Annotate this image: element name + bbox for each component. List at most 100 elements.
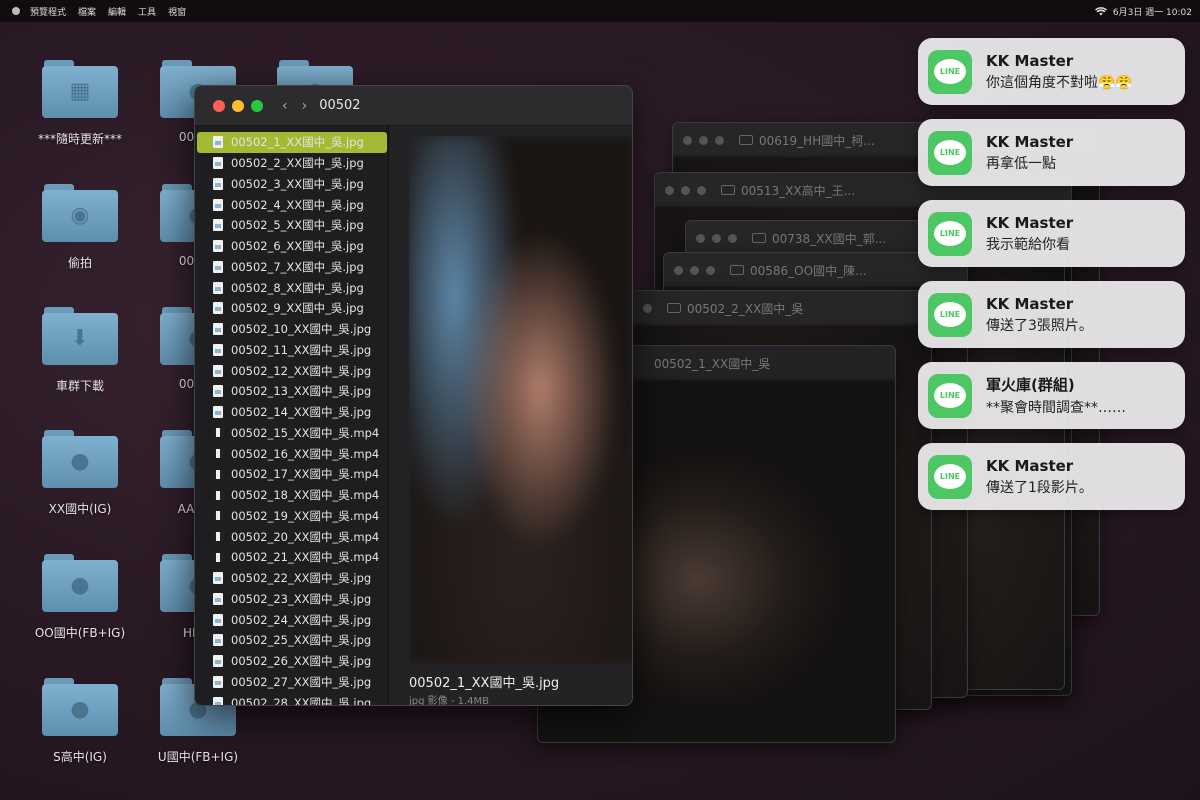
desktop-folder[interactable]: ◉ 偷拍 (25, 182, 135, 271)
line-notification[interactable]: LINE 軍火庫(群組) **聚會時間調查**…… (918, 362, 1185, 429)
file-name: 00502_13_XX國中_吳.jpg (231, 384, 372, 399)
file-name: 00502_26_XX國中_吳.jpg (231, 654, 372, 669)
file-list-item[interactable]: 00502_13_XX國中_吳.jpg (195, 381, 388, 402)
file-list-item[interactable]: 00502_24_XX國中_吳.jpg (195, 609, 388, 630)
line-app-icon: LINE (928, 130, 972, 175)
file-name: 00502_16_XX國中_吳.mp4 (231, 446, 380, 461)
file-list-item[interactable]: 00502_23_XX國中_吳.jpg (195, 589, 388, 610)
apple-menu-icon[interactable] (12, 7, 20, 15)
file-list[interactable]: 00502_1_XX國中_吳.jpg 00502_2_XX國中_吳.jpg 0050… (195, 126, 389, 705)
line-notification[interactable]: LINE KK Master 傳送了1段影片。 (918, 443, 1185, 510)
zoom-button[interactable] (251, 99, 263, 112)
notification-sender: 軍火庫(群組) (986, 376, 1075, 394)
menu-bar: 預覽程式 檔案 編輯 工具 視窗 6月3日 週一 10:02 (0, 0, 1200, 22)
image-file-icon (213, 260, 223, 273)
file-list-item[interactable]: 00502_2_XX國中_吳.jpg (195, 153, 388, 174)
file-list-item[interactable]: 00502_5_XX國中_吳.jpg (195, 215, 388, 236)
file-list-item[interactable]: 00502_7_XX國中_吳.jpg (195, 257, 388, 278)
image-preview[interactable] (409, 136, 632, 664)
file-name: 00502_25_XX國中_吳.jpg (231, 633, 372, 648)
image-file-icon (213, 655, 223, 668)
file-list-item[interactable]: 00502_27_XX國中_吳.jpg (195, 672, 388, 693)
file-list-item[interactable]: 00502_20_XX國中_吳.mp4 (195, 526, 388, 547)
folder-label: OO國中(FB+IG) (34, 626, 126, 640)
wifi-icon[interactable] (1094, 6, 1107, 16)
menu-app-name[interactable]: 預覽程式 (30, 5, 66, 18)
folder-icon: ▦ (42, 58, 118, 118)
desktop-folder[interactable]: ● S高中(IG) (25, 676, 135, 765)
background-window-title: 00513_XX高中_王... (741, 183, 856, 198)
file-list-item[interactable]: 00502_19_XX國中_吳.mp4 (195, 506, 388, 527)
image-file-icon (213, 364, 223, 377)
image-file-icon (213, 592, 223, 605)
notification-message: **聚會時間調查**…… (986, 400, 1126, 416)
file-list-item[interactable]: 00502_22_XX國中_吳.jpg (195, 568, 388, 589)
file-name: 00502_2_XX國中_吳.jpg (231, 156, 364, 171)
file-list-item[interactable]: 00502_9_XX國中_吳.jpg (195, 298, 388, 319)
menu-item-file[interactable]: 檔案 (78, 5, 96, 18)
file-list-item[interactable]: 00502_1_XX國中_吳.jpg (197, 132, 387, 153)
image-file-icon (213, 675, 223, 688)
file-list-item[interactable]: 00502_6_XX國中_吳.jpg (195, 236, 388, 257)
file-name: 00502_22_XX國中_吳.jpg (231, 571, 372, 586)
line-notification[interactable]: LINE KK Master 再拿低一點 (918, 119, 1185, 186)
title-bar[interactable]: ‹ › 00502 (195, 86, 632, 126)
line-app-icon: LINE (928, 49, 972, 94)
file-name: 00502_20_XX國中_吳.mp4 (231, 529, 380, 544)
file-list-item[interactable]: 00502_3_XX國中_吳.jpg (195, 174, 388, 195)
file-list-item[interactable]: 00502_10_XX國中_吳.jpg (195, 319, 388, 340)
file-list-item[interactable]: 00502_28_XX國中_吳.jpg (195, 692, 388, 705)
image-file-icon (213, 613, 223, 626)
file-name: 00502_14_XX國中_吳.jpg (231, 405, 372, 420)
desktop-folder[interactable]: ▦ ***隨時更新*** (25, 58, 135, 147)
back-icon[interactable]: ‹ (282, 98, 288, 114)
menu-item-window[interactable]: 視窗 (168, 5, 186, 18)
background-window-title: 00738_XX國中_郭... (772, 231, 887, 246)
desktop-folder[interactable]: ● XX國中(IG) (25, 428, 135, 517)
menu-clock[interactable]: 6月3日 週一 10:02 (1113, 5, 1192, 18)
file-list-item[interactable]: 00502_12_XX國中_吳.jpg (195, 360, 388, 381)
file-name: 00502_18_XX國中_吳.mp4 (231, 488, 380, 503)
file-list-item[interactable]: 00502_25_XX國中_吳.jpg (195, 630, 388, 651)
minimize-button[interactable] (232, 99, 244, 112)
menu-item-edit[interactable]: 編輯 (108, 5, 126, 18)
person-icon: ● (70, 697, 90, 722)
video-file-icon (213, 511, 223, 521)
file-name: 00502_8_XX國中_吳.jpg (231, 280, 364, 295)
folder-label: 偷拍 (67, 256, 92, 270)
image-file-icon (213, 177, 223, 190)
file-list-item[interactable]: 00502_17_XX國中_吳.mp4 (195, 464, 388, 485)
file-list-item[interactable]: 00502_15_XX國中_吳.mp4 (195, 423, 388, 444)
file-list-item[interactable]: 00502_8_XX國中_吳.jpg (195, 277, 388, 298)
file-list-item[interactable]: 00502_14_XX國中_吳.jpg (195, 402, 388, 423)
line-app-icon: LINE (928, 373, 972, 418)
preview-window[interactable]: ‹ › 00502 00502_1_XX國中_吳.jpg 00502_2_XX國中… (194, 85, 633, 706)
file-list-item[interactable]: 00502_18_XX國中_吳.mp4 (195, 485, 388, 506)
folder-icon: ◉ (42, 182, 118, 242)
close-button[interactable] (213, 99, 225, 112)
image-file-icon (213, 385, 223, 398)
forward-icon[interactable]: › (302, 98, 308, 114)
file-list-item[interactable]: 00502_26_XX國中_吳.jpg (195, 651, 388, 672)
background-window-title: 00586_OO國中_陳... (750, 263, 867, 278)
file-list-item[interactable]: 00502_11_XX國中_吳.jpg (195, 340, 388, 361)
film-icon: ▦ (69, 79, 91, 104)
file-list-item[interactable]: 00502_16_XX國中_吳.mp4 (195, 443, 388, 464)
desktop-folder[interactable]: ● OO國中(FB+IG) (25, 552, 135, 641)
line-notification[interactable]: LINE KK Master 傳送了3張照片。 (918, 281, 1185, 348)
menu-item-tools[interactable]: 工具 (138, 5, 156, 18)
window-title: 00502 (319, 98, 361, 113)
line-notification[interactable]: LINE KK Master 我示範給你看 (918, 200, 1185, 267)
file-name: 00502_10_XX國中_吳.jpg (231, 322, 372, 337)
file-list-item[interactable]: 00502_21_XX國中_吳.mp4 (195, 547, 388, 568)
line-app-icon: LINE (928, 292, 972, 337)
preview-file-info: jpg 影像 - 1.4MB (409, 696, 490, 706)
file-name: 00502_9_XX國中_吳.jpg (231, 301, 364, 316)
file-list-item[interactable]: 00502_4_XX國中_吳.jpg (195, 194, 388, 215)
file-name: 00502_21_XX國中_吳.mp4 (231, 550, 380, 565)
line-notification[interactable]: LINE KK Master 你這個角度不對啦😤😤 (918, 38, 1185, 105)
video-file-icon (213, 490, 223, 500)
image-file-icon (213, 136, 223, 149)
notification-message: 再拿低一點 (986, 155, 1056, 172)
desktop-folder[interactable]: ⬇ 車群下載 (25, 305, 135, 394)
